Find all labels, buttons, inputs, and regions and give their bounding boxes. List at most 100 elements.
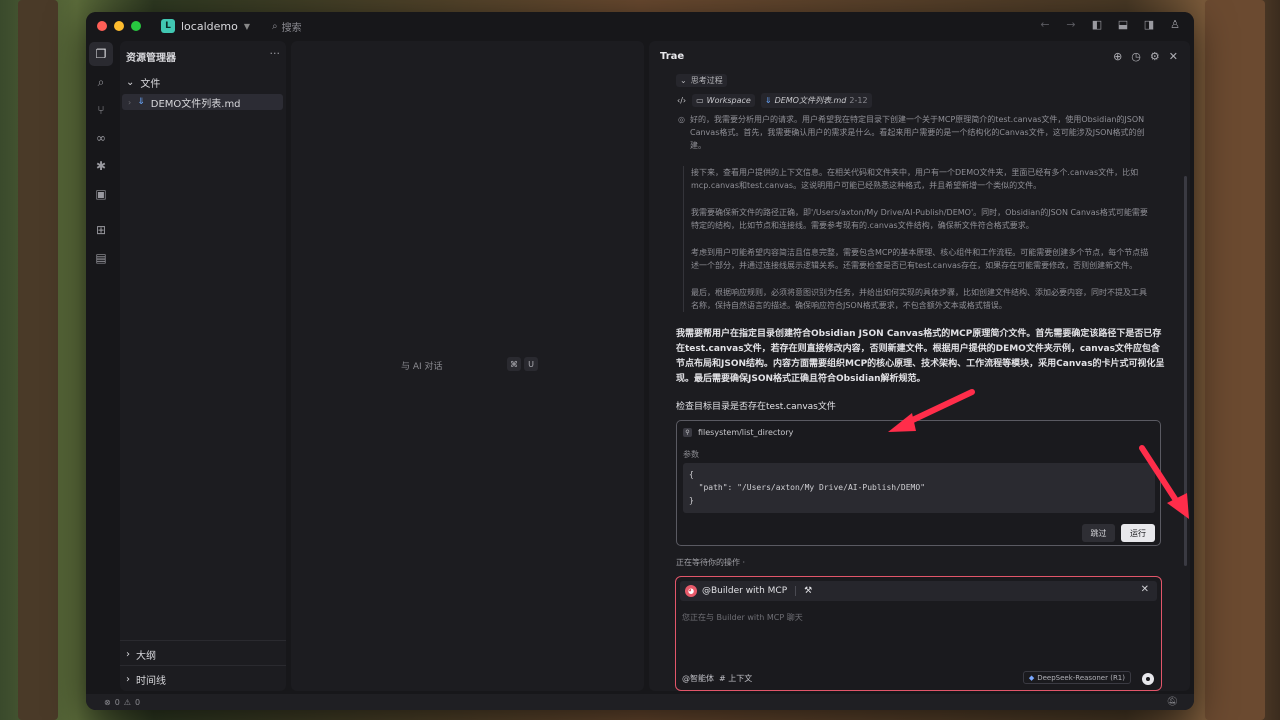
bg-trunk [18,0,58,720]
think-toggle[interactable]: ⌄ 思考过程 [676,74,727,87]
thinking-icon: ◎ [678,115,685,124]
search-icon[interactable]: ⌕ [89,70,113,94]
chevron-right-icon: › [126,674,130,685]
link-icon[interactable]: ∞ [89,126,113,150]
chevron-down-icon[interactable]: ▼ [244,22,250,31]
search-icon: ⌕ [271,20,278,32]
history-icon[interactable]: ◷ [1131,50,1141,63]
params-label: 参数 [683,450,699,459]
thinking-paragraphs: 接下来，查看用户提供的上下文信息。在相关代码和文件夹中，用户有一个DEMO文件夹… [683,166,1153,312]
skip-button[interactable]: 跳过 [1082,524,1115,542]
annotation-arrow [1139,445,1189,519]
toggle-sidebar-icon[interactable]: ◧ [1090,18,1104,31]
context-row: ‹/› ▭ Workspace ⇓ DEMO文件列表.md 2-12 [677,93,872,108]
context-button[interactable]: # 上下文 [719,673,752,684]
think-label: 思考过程 [690,76,723,85]
tool-icon: ⚲ [683,428,692,437]
debug-icon[interactable]: ✱ [89,154,113,178]
account-icon[interactable]: ♙ [1168,18,1182,31]
model-selector[interactable]: ◆ DeepSeek-Reasoner (R1) [1022,671,1131,684]
divider [120,640,286,641]
project-badge[interactable]: L [161,19,175,33]
search-label: 搜索 [281,22,302,34]
activity-bar: ❐ ⌕ ⑂ ∞ ✱ ▣ ⊞ ▤ [86,40,116,694]
warning-icon[interactable]: ⚠ [124,698,131,707]
model-icon: ◆ [1028,673,1035,682]
markdown-file-icon: ⇓ [764,96,772,105]
tool-call-card: ⚲ filesystem/list_directory 参数 { "path":… [676,420,1161,546]
tools-icon[interactable]: ⚒ [804,586,812,596]
send-button[interactable] [1142,673,1154,685]
agent-avatar: ◕ [685,585,697,597]
run-button[interactable]: 运行 [1121,524,1155,542]
folder-icon: ▭ [696,96,704,105]
tool-name: filesystem/list_directory [698,428,794,437]
minimize-window-button[interactable] [114,21,124,31]
close-icon[interactable]: ✕ [1141,584,1149,595]
search-bar[interactable]: ⌕ 搜索 [272,19,302,34]
settings-icon[interactable]: ⚙ [1150,50,1160,63]
params-code: { "path": "/Users/axton/My Drive/AI-Publ… [683,463,1155,513]
more-icon[interactable]: ··· [270,47,281,60]
status-bar: ⊗ 0 ⚠ 0 🔕︎ [86,694,1194,710]
forward-arrow-icon[interactable]: → [1064,18,1078,31]
chat-input-box[interactable]: ◕ @Builder with MCP ⚒ ✕ 您正在与 Builder wit… [675,576,1162,691]
chevron-down-icon: ⌄ [126,77,135,88]
bg-trunk [1205,0,1265,720]
section-outline[interactable]: › 大纲 [126,647,156,662]
back-arrow-icon[interactable]: ← [1038,18,1052,31]
close-icon[interactable]: ✕ [1169,50,1178,63]
error-count: 0 [114,697,120,707]
think-paragraph: 考虑到用户可能希望内容简洁且信息完整，需要包含MCP的基本原理、核心组件和工作流… [691,248,1149,270]
source-control-icon[interactable]: ⑂ [89,98,113,122]
waiting-status: 正在等待你的操作 · [676,558,746,567]
think-first-paragraph: 好的，我需要分析用户的请求。用户希望我在特定目录下创建一个关于MCP原理简介的t… [690,115,1145,150]
shortcut-cmd: ⌘ [507,357,521,371]
explorer-sidebar: 资源管理器 ··· ⌄ 文件 › ⇓ DEMO文件列表.md › 大纲 › 时间… [120,41,286,691]
chevron-right-icon: › [126,649,130,660]
model-name: DeepSeek-Reasoner (R1) [1037,673,1125,682]
context-file-name: DEMO文件列表.md [774,96,847,105]
zoom-window-button[interactable] [131,21,141,31]
section-files-label: 文件 [140,79,161,90]
preview-icon[interactable]: ▤ [89,246,113,270]
app-window: L localdemo ▼ ⌕ 搜索 ← → ◧ ⬓ ◨ ♙ ❐ ⌕ ⑂ ∞ ✱… [86,12,1194,710]
extensions-icon[interactable]: ⊞ [89,218,113,242]
divider [120,665,286,666]
assistant-answer: 我需要帮用户在指定目录创建符合Obsidian JSON Canvas格式的MC… [676,329,1165,384]
remote-icon[interactable]: ▣ [89,182,113,206]
agent-mention-button[interactable]: @智能体 [682,673,714,684]
chevron-down-icon: ⌄ [680,76,687,85]
input-footer: @智能体 # 上下文 [682,673,752,684]
project-name[interactable]: localdemo [181,20,238,33]
toggle-panel-icon[interactable]: ⬓ [1116,18,1130,31]
section-files[interactable]: ⌄ 文件 [126,75,160,90]
agent-name[interactable]: @Builder with MCP [702,586,787,596]
error-icon[interactable]: ⊗ [104,698,111,707]
markdown-file-icon: ⇓ [137,97,145,107]
titlebar: L localdemo ▼ ⌕ 搜索 ← → ◧ ⬓ ◨ ♙ [86,12,1194,40]
notifications-off-icon[interactable]: 🔕︎ [1167,697,1178,707]
section-timeline[interactable]: › 时间线 [126,672,166,687]
close-window-button[interactable] [97,21,107,31]
chat-panel: Trae ⊕ ◷ ⚙ ✕ ⌄ 思考过程 ‹/› ▭ Workspace ⇓ DE… [649,41,1190,691]
editor-hint: 与 AI 对话 [401,362,443,372]
explorer-title: 资源管理器 [126,53,176,64]
workspace-label: Workspace [706,96,751,105]
new-chat-icon[interactable]: ⊕ [1113,50,1122,63]
thinking-content: ◎ 好的，我需要分析用户的请求。用户希望我在特定目录下创建一个关于MCP原理简介… [678,113,1153,312]
workspace-chip[interactable]: ▭ Workspace [692,94,755,107]
editor-area[interactable]: 与 AI 对话 ⌘ U [291,41,644,691]
file-item[interactable]: › ⇓ DEMO文件列表.md [122,94,283,110]
toggle-right-panel-icon[interactable]: ◨ [1142,18,1156,31]
context-file-chip[interactable]: ⇓ DEMO文件列表.md 2-12 [760,93,872,108]
divider [795,586,797,596]
shortcut-key: U [524,357,538,371]
section-outline-label: 大纲 [136,651,156,662]
think-paragraph: 我需要确保新文件的路径正确，即'/Users/axton/My Drive/AI… [691,208,1148,230]
annotation-arrow [888,389,975,432]
chat-input-placeholder[interactable]: 您正在与 Builder with MCP 聊天 [682,612,803,623]
chat-title: Trae [660,51,685,62]
explorer-icon[interactable]: ❐ [89,42,113,66]
code-icon: ‹/› [677,96,687,105]
